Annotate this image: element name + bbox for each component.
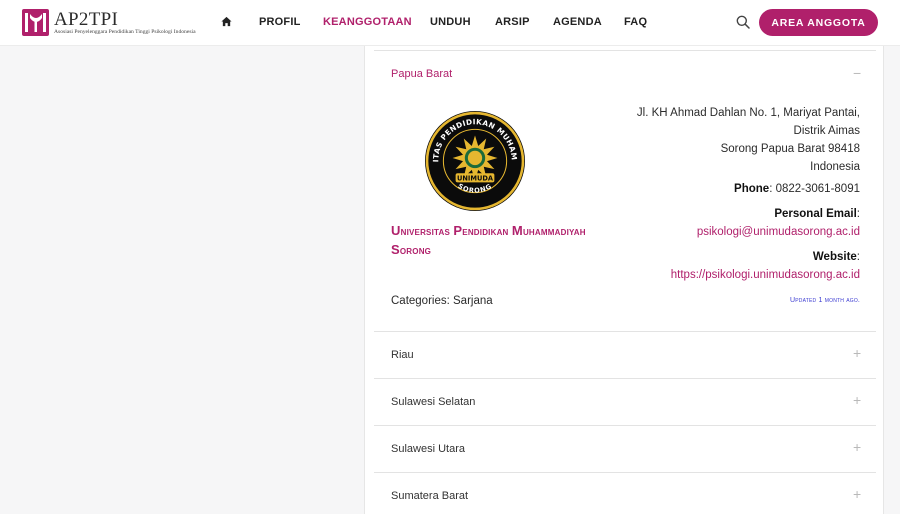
home-icon[interactable] (221, 16, 232, 27)
accordion-sulawesi-selatan-title[interactable]: Sulawesi Selatan (391, 396, 475, 408)
university-address: Jl. KH Ahmad Dahlan No. 1, Mariyat Panta… (636, 107, 860, 173)
expand-icon[interactable]: + (853, 487, 861, 501)
categories: Categories: Sarjana (391, 295, 493, 307)
accordion-papua-barat-title[interactable]: Papua Barat (391, 68, 452, 80)
email-value-line: psikologi@unimudasorong.ac.id (697, 226, 860, 238)
phone-label: Phone (734, 183, 770, 195)
website-link[interactable]: https://psikologi.unimudasorong.ac.id (671, 269, 860, 281)
phone-line: Phone: 0822-3061-8091 (734, 183, 860, 195)
nav-arsip[interactable]: ARSIP (495, 16, 530, 28)
expand-icon[interactable]: + (853, 393, 861, 407)
accordion-divider (374, 472, 876, 473)
nav-unduh[interactable]: UNDUH (430, 16, 471, 28)
expand-icon[interactable]: + (853, 346, 861, 360)
logo-title: AP2TPI (54, 8, 119, 30)
expand-icon[interactable]: + (853, 440, 861, 454)
nav-profil[interactable]: PROFIL (259, 16, 301, 28)
accordion-divider (374, 50, 876, 51)
nav-faq[interactable]: FAQ (624, 16, 647, 28)
area-anggota-button[interactable]: AREA ANGGOTA (759, 9, 878, 36)
accordion-divider (374, 378, 876, 379)
nav-keanggotaan[interactable]: KEANGGOTAAN (323, 16, 412, 28)
nav-agenda[interactable]: AGENDA (553, 16, 602, 28)
search-icon[interactable] (736, 15, 750, 29)
accordion-divider (374, 425, 876, 426)
logo-mark-icon (22, 9, 49, 36)
website-label: Website (812, 251, 857, 263)
phone-value: : 0822-3061-8091 (769, 183, 860, 195)
email-label: Personal Email (774, 208, 857, 220)
university-name[interactable]: Universitas Pendidikan Muhammadiyah Soron… (391, 222, 631, 260)
collapse-icon[interactable]: − (853, 66, 861, 80)
university-logo: UNIVERSITAS PENDIDIKAN MUHAMMADIYAH UNIM (424, 110, 525, 211)
website-value-line: https://psikologi.unimudasorong.ac.id (671, 269, 860, 281)
svg-text:UNIMUDA: UNIMUDA (457, 174, 494, 182)
accordion-sulawesi-utara-title[interactable]: Sulawesi Utara (391, 443, 465, 455)
directory-panel: Papua Barat − UNIVERSITAS PENDIDIKAN MUH… (364, 0, 884, 514)
updated-note: Updated 1 month ago. (790, 297, 861, 304)
email-link[interactable]: psikologi@unimudasorong.ac.id (697, 226, 860, 238)
email-label-line: Personal Email: (774, 208, 860, 220)
accordion-divider (374, 331, 876, 332)
logo-subtitle: Asosiasi Penyelenggara Pendidikan Tinggi… (54, 28, 196, 35)
site-header: AP2TPI Asosiasi Penyelenggara Pendidikan… (0, 0, 900, 46)
accordion-sumatera-barat-title[interactable]: Sumatera Barat (391, 490, 468, 502)
accordion-riau-title[interactable]: Riau (391, 349, 414, 361)
site-logo[interactable]: AP2TPI Asosiasi Penyelenggara Pendidikan… (22, 9, 196, 36)
website-label-line: Website: (812, 251, 860, 263)
